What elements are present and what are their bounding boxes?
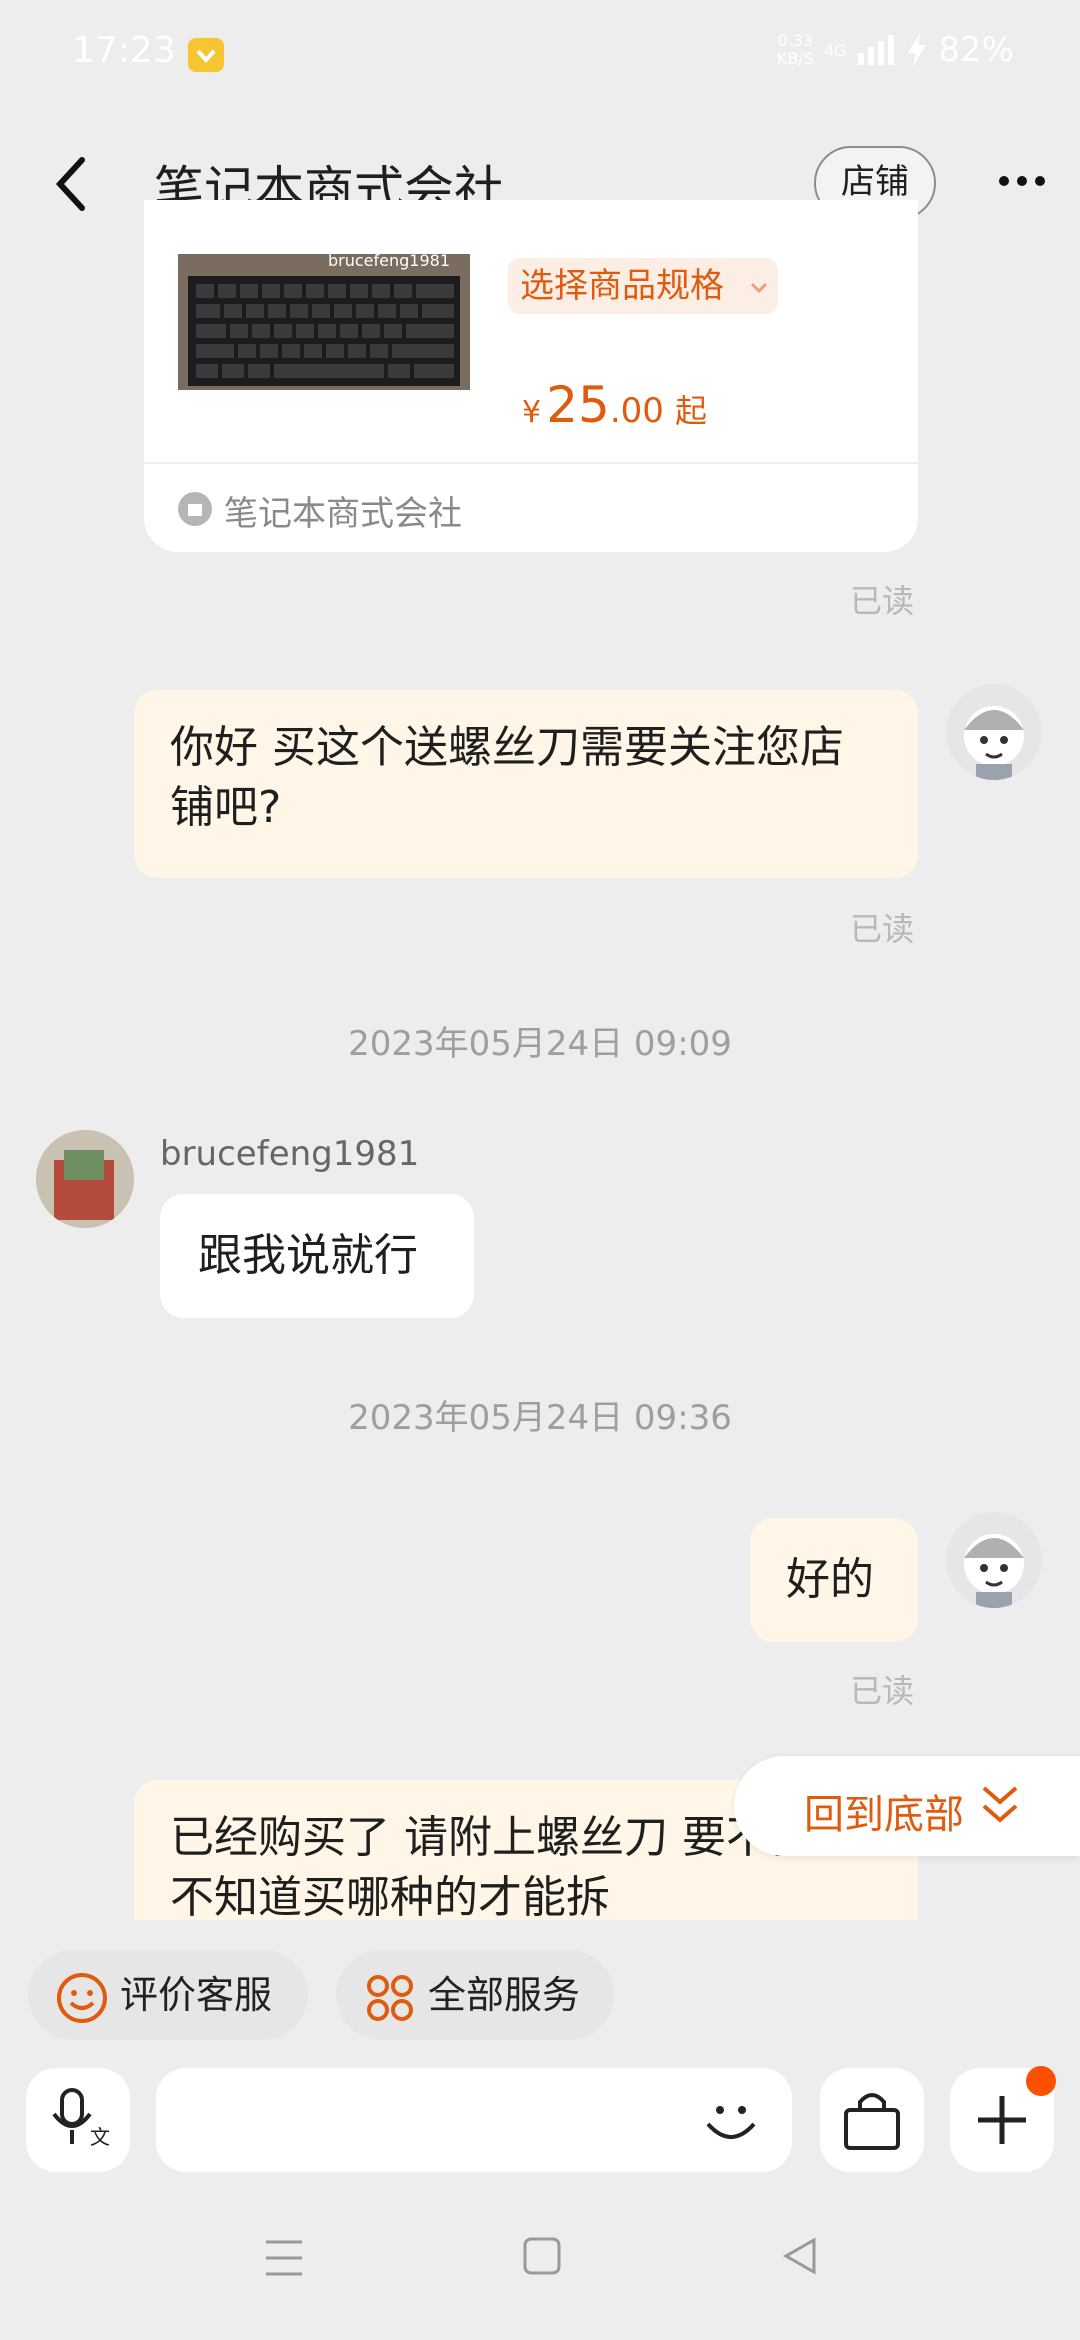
- emoji-icon: [706, 2106, 756, 2139]
- more-functions-button[interactable]: [950, 2066, 1056, 2172]
- recent-apps-icon[interactable]: [262, 2238, 306, 2278]
- svg-text:文: 文: [90, 2125, 110, 2149]
- battery-level: 82%: [938, 30, 1014, 70]
- plus-icon: [978, 2096, 1026, 2144]
- back-to-bottom-label: 回到底部: [804, 1792, 964, 1838]
- double-chevron-down-icon: [982, 1786, 1018, 1823]
- message-timestamp: 2023年05月24日 09:09: [348, 1024, 732, 1064]
- message-input[interactable]: [156, 2068, 792, 2172]
- voice-input-button[interactable]: 文: [26, 2068, 130, 2172]
- all-services-chip[interactable]: 全部服务: [336, 1950, 614, 2040]
- microphone-icon: 文: [52, 2088, 110, 2149]
- signal-icon: [858, 35, 895, 65]
- charging-icon: [908, 33, 927, 67]
- back-arrow-icon: [55, 157, 85, 211]
- rate-service-chip[interactable]: 评价客服: [28, 1950, 308, 2040]
- rate-service-label: 评价客服: [120, 1973, 273, 2017]
- products-button[interactable]: [820, 2068, 924, 2172]
- message-text: 跟我说就行: [198, 1230, 418, 1281]
- more-icon: [999, 176, 1045, 186]
- status-time: 17:23: [72, 30, 176, 71]
- app-notification-icon: [188, 38, 224, 72]
- status-indicators: 0.33 KB/S 4G 82%: [777, 30, 1014, 70]
- my-avatar[interactable]: [946, 1512, 1042, 1608]
- image-watermark: brucefeng1981: [328, 254, 450, 270]
- my-message-bubble[interactable]: 你好 买这个送螺丝刀需要关注您店铺吧?: [134, 690, 918, 878]
- sender-name: brucefeng1981: [160, 1134, 420, 1174]
- my-message-bubble[interactable]: 好的: [750, 1518, 918, 1642]
- message-timestamp: 2023年05月24日 09:36: [348, 1398, 732, 1438]
- shopping-bag-icon: [844, 2093, 900, 2150]
- smile-icon: [57, 1973, 107, 2023]
- more-options-button[interactable]: [994, 166, 1050, 196]
- chevron-down-icon: [750, 282, 767, 293]
- read-status: 已读: [850, 582, 915, 620]
- grid-icon: [367, 1975, 413, 2021]
- read-status: 已读: [850, 910, 915, 948]
- notification-dot: [1026, 2066, 1056, 2096]
- product-card[interactable]: brucefeng1981 选择商品规格 ¥ 25.00 起 笔记本商式会社: [144, 200, 918, 552]
- all-services-label: 全部服务: [428, 1973, 581, 2017]
- message-text: 你好 买这个送螺丝刀需要关注您店铺吧?: [170, 722, 844, 833]
- product-price: ¥ 25.00 起: [522, 376, 707, 434]
- home-icon[interactable]: [522, 2236, 562, 2276]
- message-text: 好的: [786, 1554, 874, 1605]
- network-type: 4G: [823, 40, 847, 60]
- my-avatar[interactable]: [946, 684, 1042, 780]
- card-shop-name[interactable]: 笔记本商式会社: [224, 486, 462, 535]
- seller-avatar[interactable]: [36, 1130, 134, 1228]
- read-status: 已读: [850, 1672, 915, 1710]
- back-button[interactable]: [48, 152, 96, 216]
- shop-icon: [178, 492, 212, 526]
- network-speed: 0.33 KB/S: [776, 31, 814, 68]
- product-image[interactable]: brucefeng1981: [178, 251, 470, 390]
- select-spec-button[interactable]: 选择商品规格: [508, 258, 778, 314]
- spec-button-label: 选择商品规格: [520, 266, 724, 306]
- seller-message-bubble[interactable]: 跟我说就行: [160, 1194, 474, 1318]
- keyboard-image: brucefeng1981: [178, 251, 470, 390]
- back-to-bottom-button[interactable]: 回到底部: [734, 1756, 1080, 1856]
- back-nav-icon[interactable]: [780, 2236, 820, 2276]
